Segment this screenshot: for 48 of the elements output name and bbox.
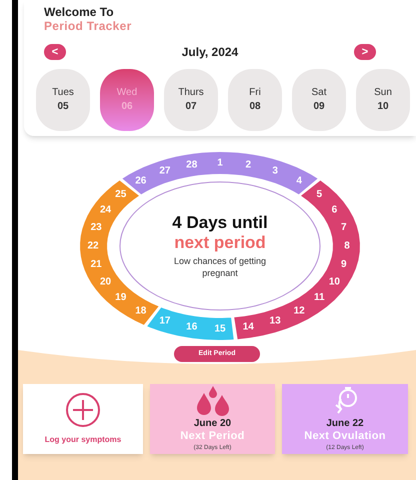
day-number: 21 [90, 258, 102, 270]
day-number: 7 [341, 222, 347, 234]
day-number: 25 [115, 188, 126, 200]
countdown-highlight: next period [174, 233, 266, 253]
day-number: 13 [270, 315, 281, 326]
day-number: 4 [296, 176, 302, 187]
day-pill[interactable]: Fri 08 [228, 69, 282, 131]
pregnancy-note: Low chances of getting pregnant [172, 255, 268, 279]
day-number: 5 [316, 188, 322, 200]
card-date: June 22 [326, 417, 364, 430]
day-pill[interactable]: Thurs 07 [164, 69, 218, 131]
day-number: 16 [186, 321, 198, 332]
day-number: 8 [344, 240, 350, 252]
day-number: 18 [135, 305, 146, 316]
welcome-title: Welcome To [44, 5, 115, 19]
month-label: July, 2024 [182, 44, 238, 61]
day-number: 26 [135, 176, 146, 187]
day-number: 10 [328, 276, 340, 288]
day-number: 23 [90, 222, 102, 234]
day-number: 1 [217, 158, 223, 168]
day-number: 11 [314, 292, 325, 304]
day-number: 19 [115, 292, 126, 304]
day-number: 24 [100, 204, 112, 216]
day-number: 9 [341, 258, 347, 270]
card-date: June 20 [194, 417, 232, 430]
day-number: 20 [100, 276, 112, 288]
day-number: 14 [242, 321, 254, 332]
next-month-button[interactable]: > [354, 44, 376, 60]
day-pill[interactable]: Sun 10 [356, 69, 410, 131]
card-title: Next Ovulation [304, 430, 386, 443]
day-number: 3 [272, 166, 278, 177]
plus-circle-icon [65, 392, 101, 428]
day-number: 27 [159, 166, 170, 177]
log-symptoms-card[interactable]: Log your symptoms [23, 384, 143, 454]
day-number: 15 [214, 324, 226, 334]
day-number: 28 [186, 160, 198, 171]
card-label: Log your symptoms [44, 434, 122, 446]
previous-month-button[interactable]: < [44, 44, 66, 60]
day-number: 22 [87, 240, 99, 252]
day-number: 17 [159, 315, 170, 326]
day-number: 12 [294, 305, 305, 316]
day-pill[interactable]: Tues 05 [36, 69, 90, 131]
card-title: Next Period [180, 430, 245, 443]
day-number: 2 [245, 160, 252, 171]
day-number: 6 [332, 204, 338, 216]
countdown-headline: 4 Days until [172, 213, 268, 233]
app-title: Period Tracker [44, 19, 133, 33]
day-pill[interactable]: Sat 09 [292, 69, 346, 131]
